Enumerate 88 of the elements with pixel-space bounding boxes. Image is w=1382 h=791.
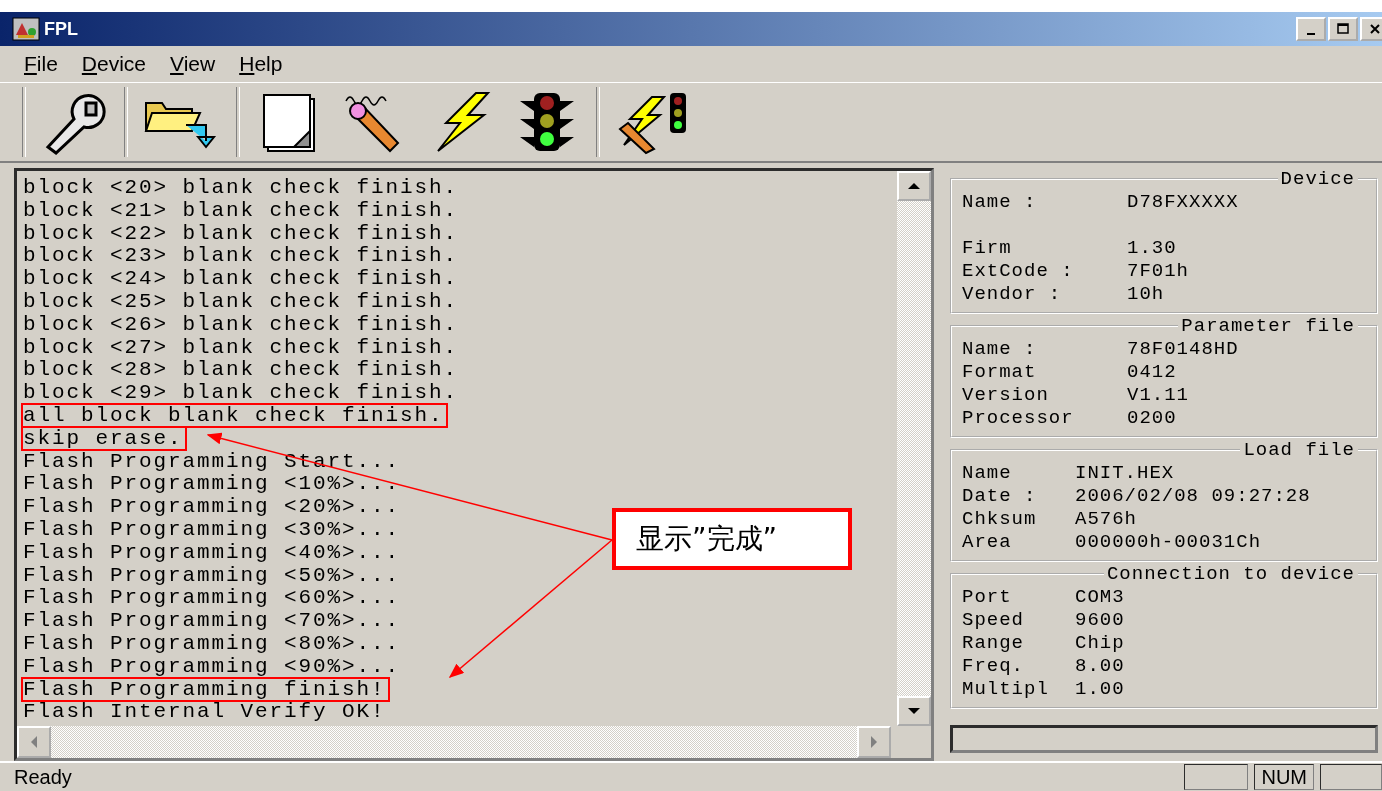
log-line: block <26> blank check finish. bbox=[23, 313, 460, 335]
field-label: Area bbox=[962, 531, 1013, 554]
log-line: Flash Programming finish! bbox=[23, 678, 388, 700]
left-arrow-icon bbox=[29, 735, 39, 749]
field-value: 000000h-00031Ch bbox=[1075, 531, 1262, 554]
field-label: Range bbox=[962, 632, 1025, 655]
field-label: Version bbox=[962, 384, 1050, 407]
close-button[interactable] bbox=[1360, 17, 1382, 41]
field-label: Port bbox=[962, 586, 1013, 609]
scroll-up-button[interactable] bbox=[897, 171, 931, 201]
field-value: 0412 bbox=[1127, 361, 1177, 384]
field-value: 7F01h bbox=[1127, 260, 1189, 283]
app-icon bbox=[12, 17, 40, 41]
menu-item[interactable]: File bbox=[14, 50, 68, 78]
menu-item[interactable]: View bbox=[160, 50, 226, 78]
log-line: block <23> blank check finish. bbox=[23, 245, 460, 267]
up-arrow-icon bbox=[907, 181, 921, 191]
field-value: A576h bbox=[1075, 508, 1137, 531]
log-line: Flash Programming <60%>... bbox=[23, 587, 402, 609]
scroll-down-button[interactable] bbox=[897, 696, 931, 726]
log-line: Flash Programming <20%>... bbox=[23, 496, 402, 518]
menu-item[interactable]: Device bbox=[71, 50, 157, 78]
status-indicator: NUM bbox=[1254, 764, 1314, 790]
field-value: 10h bbox=[1127, 283, 1165, 306]
field-label: Freq. bbox=[962, 655, 1025, 678]
maximize-icon bbox=[1336, 22, 1350, 36]
status-panel bbox=[1184, 764, 1249, 790]
log-line: block <27> blank check finish. bbox=[23, 336, 460, 358]
log-line: block <21> blank check finish. bbox=[23, 199, 460, 221]
log-line: Flash Programming <70%>... bbox=[23, 610, 402, 632]
status-panel bbox=[1320, 764, 1382, 790]
group-title: Load file bbox=[1242, 440, 1356, 460]
log-line: block <20> blank check finish. bbox=[23, 177, 460, 198]
log-line: block <28> blank check finish. bbox=[23, 359, 460, 381]
vertical-scrollbar[interactable] bbox=[897, 171, 931, 726]
log-line: Flash Internal Verify OK! bbox=[23, 701, 387, 723]
field-label: Name : bbox=[962, 191, 1038, 214]
log-line: block <24> blank check finish. bbox=[23, 268, 460, 290]
log-line: Flash Programming <90%>... bbox=[23, 655, 402, 677]
field-value: 2006/02/08 09:27:28 bbox=[1075, 485, 1311, 508]
field-label: ExtCode : bbox=[962, 260, 1075, 283]
field-label: Format bbox=[962, 361, 1038, 384]
field-value: 9600 bbox=[1075, 609, 1125, 632]
group-title: Device bbox=[1279, 169, 1356, 189]
log-line: block <25> blank check finish. bbox=[23, 291, 460, 312]
log-line: block <29> blank check finish. bbox=[23, 382, 460, 404]
field-label: Chksum bbox=[962, 508, 1038, 531]
field-label: Vendor : bbox=[962, 283, 1063, 306]
right-arrow-icon bbox=[869, 735, 879, 749]
field-value: 0200 bbox=[1127, 407, 1177, 430]
field-label: Date : bbox=[962, 485, 1038, 508]
log-line: block <22> blank check finish. bbox=[23, 222, 460, 244]
log-line: Flash Programming <50%>... bbox=[23, 564, 402, 586]
log-line: Flash Programming <80%>... bbox=[23, 632, 402, 654]
horizontal-scrollbar[interactable] bbox=[17, 726, 891, 758]
group-title: Connection to device bbox=[1105, 564, 1356, 584]
field-label: Name : bbox=[962, 338, 1038, 361]
field-value: Chip bbox=[1075, 632, 1125, 655]
annotation-callout: 显示”完成” bbox=[612, 508, 852, 570]
field-value: D78FXXXXX bbox=[1127, 191, 1239, 214]
menu-item[interactable]: Help bbox=[229, 50, 293, 78]
field-value: INIT.HEX bbox=[1075, 462, 1175, 485]
status-message: Ready bbox=[13, 765, 72, 789]
field-value: 8.00 bbox=[1075, 655, 1125, 678]
field-value: 78F0148HD bbox=[1127, 338, 1239, 361]
field-value: 1.00 bbox=[1075, 678, 1125, 701]
field-label: Firm bbox=[962, 237, 1013, 260]
field-label: Speed bbox=[962, 609, 1025, 632]
field-value: 1.30 bbox=[1127, 237, 1177, 260]
field-label: Name bbox=[962, 462, 1013, 485]
scroll-right-button[interactable] bbox=[857, 726, 891, 758]
log-line: Flash Programming <40%>... bbox=[23, 541, 402, 563]
maximize-button[interactable] bbox=[1328, 17, 1358, 41]
log-line: all block blank check finish. bbox=[23, 404, 446, 426]
field-label: Processor bbox=[962, 407, 1075, 430]
field-label: Multipl bbox=[962, 678, 1050, 701]
field-value: V1.11 bbox=[1127, 384, 1189, 407]
minimize-icon bbox=[1307, 33, 1315, 35]
log-line: Flash Programming <10%>... bbox=[23, 473, 402, 495]
window-title: FPL bbox=[44, 18, 78, 40]
group-title: Parameter file bbox=[1180, 316, 1356, 336]
scroll-left-button[interactable] bbox=[17, 726, 51, 758]
minimize-button[interactable] bbox=[1296, 17, 1326, 41]
field-value: COM3 bbox=[1075, 586, 1125, 609]
close-icon bbox=[1368, 22, 1382, 36]
log-line: Flash Programming <30%>... bbox=[23, 518, 402, 540]
log-line: skip erase. bbox=[23, 427, 185, 449]
down-arrow-icon bbox=[907, 706, 921, 716]
